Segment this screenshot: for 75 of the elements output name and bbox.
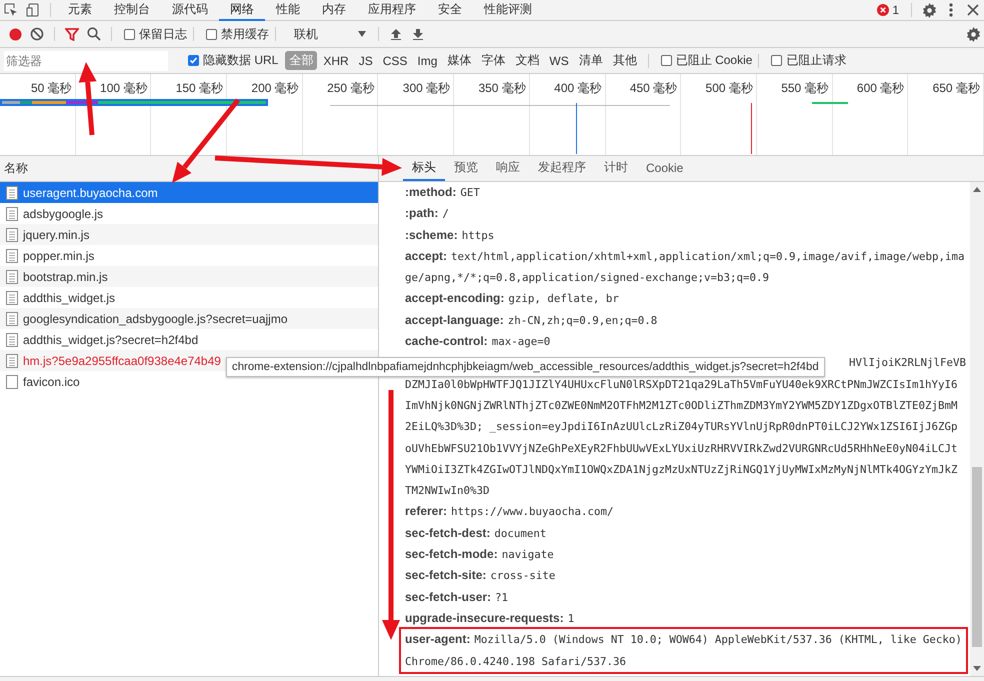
time-label: 550 毫秒 xyxy=(781,81,829,95)
type-filter[interactable]: 清单 xyxy=(574,51,607,70)
request-row[interactable]: jquery.min.js xyxy=(0,224,378,245)
request-row[interactable]: addthis_widget.js xyxy=(0,287,378,308)
header-value: DZMJIa0l0bWpHWTFJQ1JIZlY4UHUxcFluN0lRSXpDT21qa29LaTh5VmFuYU40ek9XRCtPNmJWZCIsIm1hYyI6 xyxy=(405,378,958,391)
header-line: sec-fetch-mode: navigate xyxy=(404,546,555,564)
header-line: upgrade-insecure-requests: 1 xyxy=(404,610,576,627)
header-value: YWMiOiI3ZTk4ZGIwOTJlNDQxYmI1OWQxZDA1NjgzMzUxNTUzZjRiNGQ1YjUyMWIxMzMyNjNlMTk4OGYzYmJkZ xyxy=(405,462,958,476)
request-row[interactable]: googlesyndication_adsbygoogle.js?secret=uajjmo xyxy=(0,308,378,329)
header-value: TM2NWIwIn0%3D xyxy=(405,484,490,498)
time-label: 350 毫秒 xyxy=(478,81,526,95)
detail-tab[interactable]: 标头 xyxy=(403,156,445,181)
header-line: cache-control: max-age=0 xyxy=(404,333,552,350)
tooltip: chrome-extension://cjpalhdlnbpafiamejdnhcphjbkeiagm/web_accessible_resources/addthis_widget.js?secret=h2f4bd xyxy=(226,357,825,377)
panel-tab[interactable]: 内存 xyxy=(311,0,357,20)
detail-tab[interactable]: 计时 xyxy=(595,156,637,181)
time-label: 600 毫秒 xyxy=(856,81,904,95)
request-row[interactable]: popper.min.js xyxy=(0,245,378,266)
column-header[interactable]: 名称 xyxy=(4,160,28,177)
header-value: HVlIjoiK2RLNjlFeVB xyxy=(848,356,966,370)
detail-tab[interactable]: 响应 xyxy=(487,156,529,181)
detail-tab[interactable]: 预览 xyxy=(445,156,487,181)
detail-tab[interactable]: 发起程序 xyxy=(529,156,595,181)
header-value: 2EiLQ%3D%3D; _session=eyJpdiI6InAzUUlcLzRiZ04yTURsYVlnUjRpR0dnPT0iLCJ2YWx1ZSI6IjJ6ZGp xyxy=(405,420,958,434)
type-filter[interactable]: 其他 xyxy=(608,51,641,70)
header-value: ImVhNjk0NGNjZWRlNThjZTc0ZWE0NmM2OTFhM2M1ZTc0ODliZThmZDM3YmY2YWM5ZDY1ZDgxOTBlZTE0ZjBmM xyxy=(405,398,958,412)
type-filter[interactable]: CSS xyxy=(378,52,412,68)
checkbox-label: 已阻止 Cookie xyxy=(676,52,752,69)
time-label: 150 毫秒 xyxy=(176,81,224,95)
time-label: 500 毫秒 xyxy=(706,81,753,95)
header-line: :path: / xyxy=(404,205,450,222)
panel-tab[interactable]: 控制台 xyxy=(103,0,161,20)
type-filter[interactable]: Img xyxy=(413,52,442,68)
throttling-dropdown[interactable]: 联机 xyxy=(288,26,372,42)
time-label: 650 毫秒 xyxy=(932,81,980,95)
request-row[interactable]: useragent.buyaocha.com xyxy=(0,182,378,203)
header-line: sec-fetch-site: cross-site xyxy=(404,567,556,584)
error-count[interactable]: 1 xyxy=(892,3,899,17)
panel-tab[interactable]: 元素 xyxy=(57,0,103,20)
panel-tab[interactable]: 性能 xyxy=(265,0,311,20)
request-row[interactable]: adsbygoogle.js xyxy=(0,203,378,224)
header-line: accept-encoding: gzip, deflate, br xyxy=(404,290,620,308)
header-line: referer: https://www.buyaocha.com/ xyxy=(404,503,615,520)
panel-tab[interactable]: 源代码 xyxy=(161,0,219,20)
time-label: 100 毫秒 xyxy=(100,81,148,95)
panel-tab[interactable]: 应用程序 xyxy=(357,0,427,20)
checkbox-label: 禁用缓存 xyxy=(221,26,269,42)
type-filter[interactable]: WS xyxy=(545,52,573,68)
header-line: user-agent: Mozilla/5.0 (Windows NT 10.0; WOW64) AppleWebKit/537.36 (KHTML, like Gecko) Chrome/86.0.4240.198 Safari/537.36 xyxy=(401,629,966,672)
time-label: 50 毫秒 xyxy=(31,81,72,95)
type-filter[interactable]: 字体 xyxy=(477,51,510,70)
header-line: accept-language: zh-CN,zh;q=0.9,en;q=0.8 xyxy=(404,312,658,329)
header-line: :method: GET xyxy=(404,184,481,201)
checkbox-label: 隐藏数据 URL xyxy=(203,52,278,69)
type-filter[interactable]: JS xyxy=(354,52,377,68)
filter-field[interactable]: 筛选器 xyxy=(4,50,168,70)
header-value: oUVhEbWFSU21Ob1VVYjNZeGhPeXEyR2FhbUUwVExLYUxiUzRHRVVIRkZwd2VURGNRcUd5RHhNeE0yN04iLCJt xyxy=(405,442,958,455)
checkbox-label: 已阻止请求 xyxy=(786,52,846,69)
panel-tab[interactable]: 性能评测 xyxy=(473,0,543,20)
type-filter[interactable]: 媒体 xyxy=(443,51,476,70)
request-row[interactable]: bootstrap.min.js xyxy=(0,266,378,287)
header-line: sec-fetch-user: ?1 xyxy=(404,588,510,606)
time-label: 300 毫秒 xyxy=(402,81,450,95)
time-label: 200 毫秒 xyxy=(251,81,299,95)
detail-tab[interactable]: Cookie xyxy=(637,156,692,181)
request-row[interactable]: addthis_widget.js?secret=h2f4bd xyxy=(0,329,378,350)
time-label: 400 毫秒 xyxy=(554,81,602,95)
header-line: :scheme: https xyxy=(404,226,496,244)
checkbox-label: 保留日志 xyxy=(139,26,187,42)
type-filter[interactable]: XHR xyxy=(319,52,353,68)
panel-tab[interactable]: 安全 xyxy=(427,0,473,20)
type-filter[interactable]: 文档 xyxy=(511,51,544,70)
header-line: sec-fetch-dest: document xyxy=(404,524,548,542)
time-label: 450 毫秒 xyxy=(630,81,678,95)
time-label: 250 毫秒 xyxy=(327,81,374,95)
